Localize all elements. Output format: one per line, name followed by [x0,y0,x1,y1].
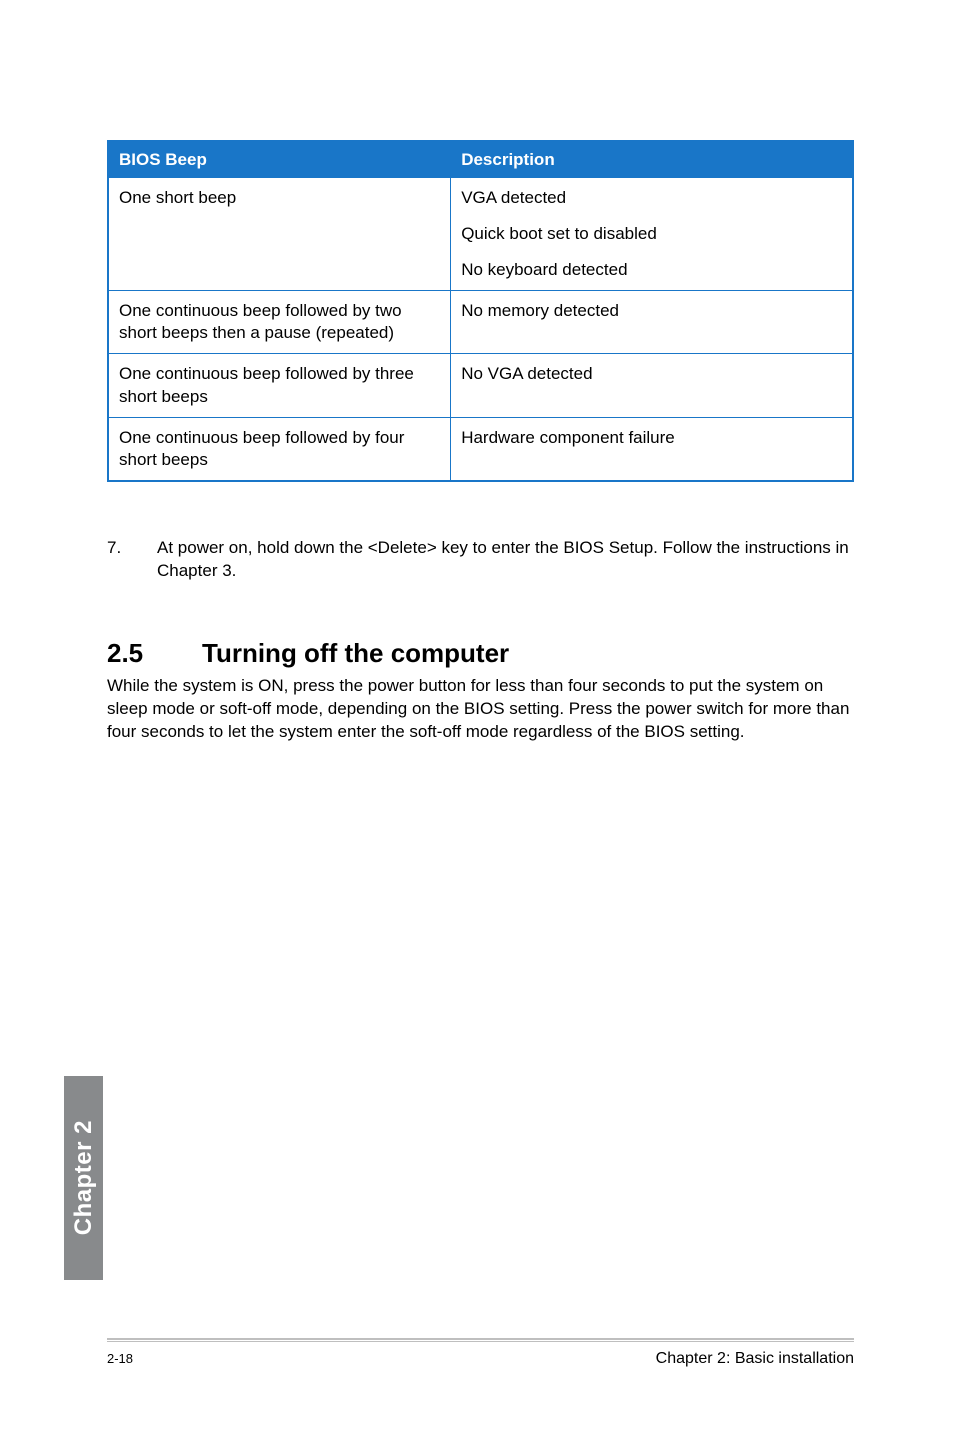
table-row: One continuous beep followed by three sh… [108,354,853,417]
instruction-item: 7. At power on, hold down the <Delete> k… [107,537,854,583]
chapter-label: Chapter 2: Basic installation [656,1350,854,1368]
page-footer: 2-18 Chapter 2: Basic installation [107,1338,854,1368]
desc-line: Quick boot set to disabled [461,223,842,245]
desc-cell: No VGA detected [451,354,853,417]
instruction-text: At power on, hold down the <Delete> key … [157,537,854,583]
table-row: One continuous beep followed by four sho… [108,417,853,481]
instruction-number: 7. [107,537,157,583]
desc-line: VGA detected [461,187,842,209]
desc-cell: Hardware component failure [451,417,853,481]
chapter-tab: Chapter 2 [64,1076,103,1280]
chapter-tab-label: Chapter 2 [70,1120,98,1235]
page-number: 2-18 [107,1351,133,1366]
beep-cell: One continuous beep followed by four sho… [108,417,451,481]
desc-cell: No memory detected [451,291,853,354]
section-title: Turning off the computer [202,638,509,669]
section-number: 2.5 [107,638,202,669]
section-body: While the system is ON, press the power … [107,675,854,744]
beep-cell: One short beep [108,178,451,291]
section-heading: 2.5 Turning off the computer [107,638,854,669]
table-header-desc: Description [451,141,853,178]
table-row: One continuous beep followed by two shor… [108,291,853,354]
footer-divider [107,1338,854,1342]
desc-line: No keyboard detected [461,259,842,281]
table-header-beep: BIOS Beep [108,141,451,178]
bios-beep-table: BIOS Beep Description One short beep VGA… [107,140,854,482]
beep-cell: One continuous beep followed by three sh… [108,354,451,417]
desc-cell: VGA detected Quick boot set to disabled … [451,178,853,291]
table-row: One short beep VGA detected Quick boot s… [108,178,853,291]
beep-cell: One continuous beep followed by two shor… [108,291,451,354]
